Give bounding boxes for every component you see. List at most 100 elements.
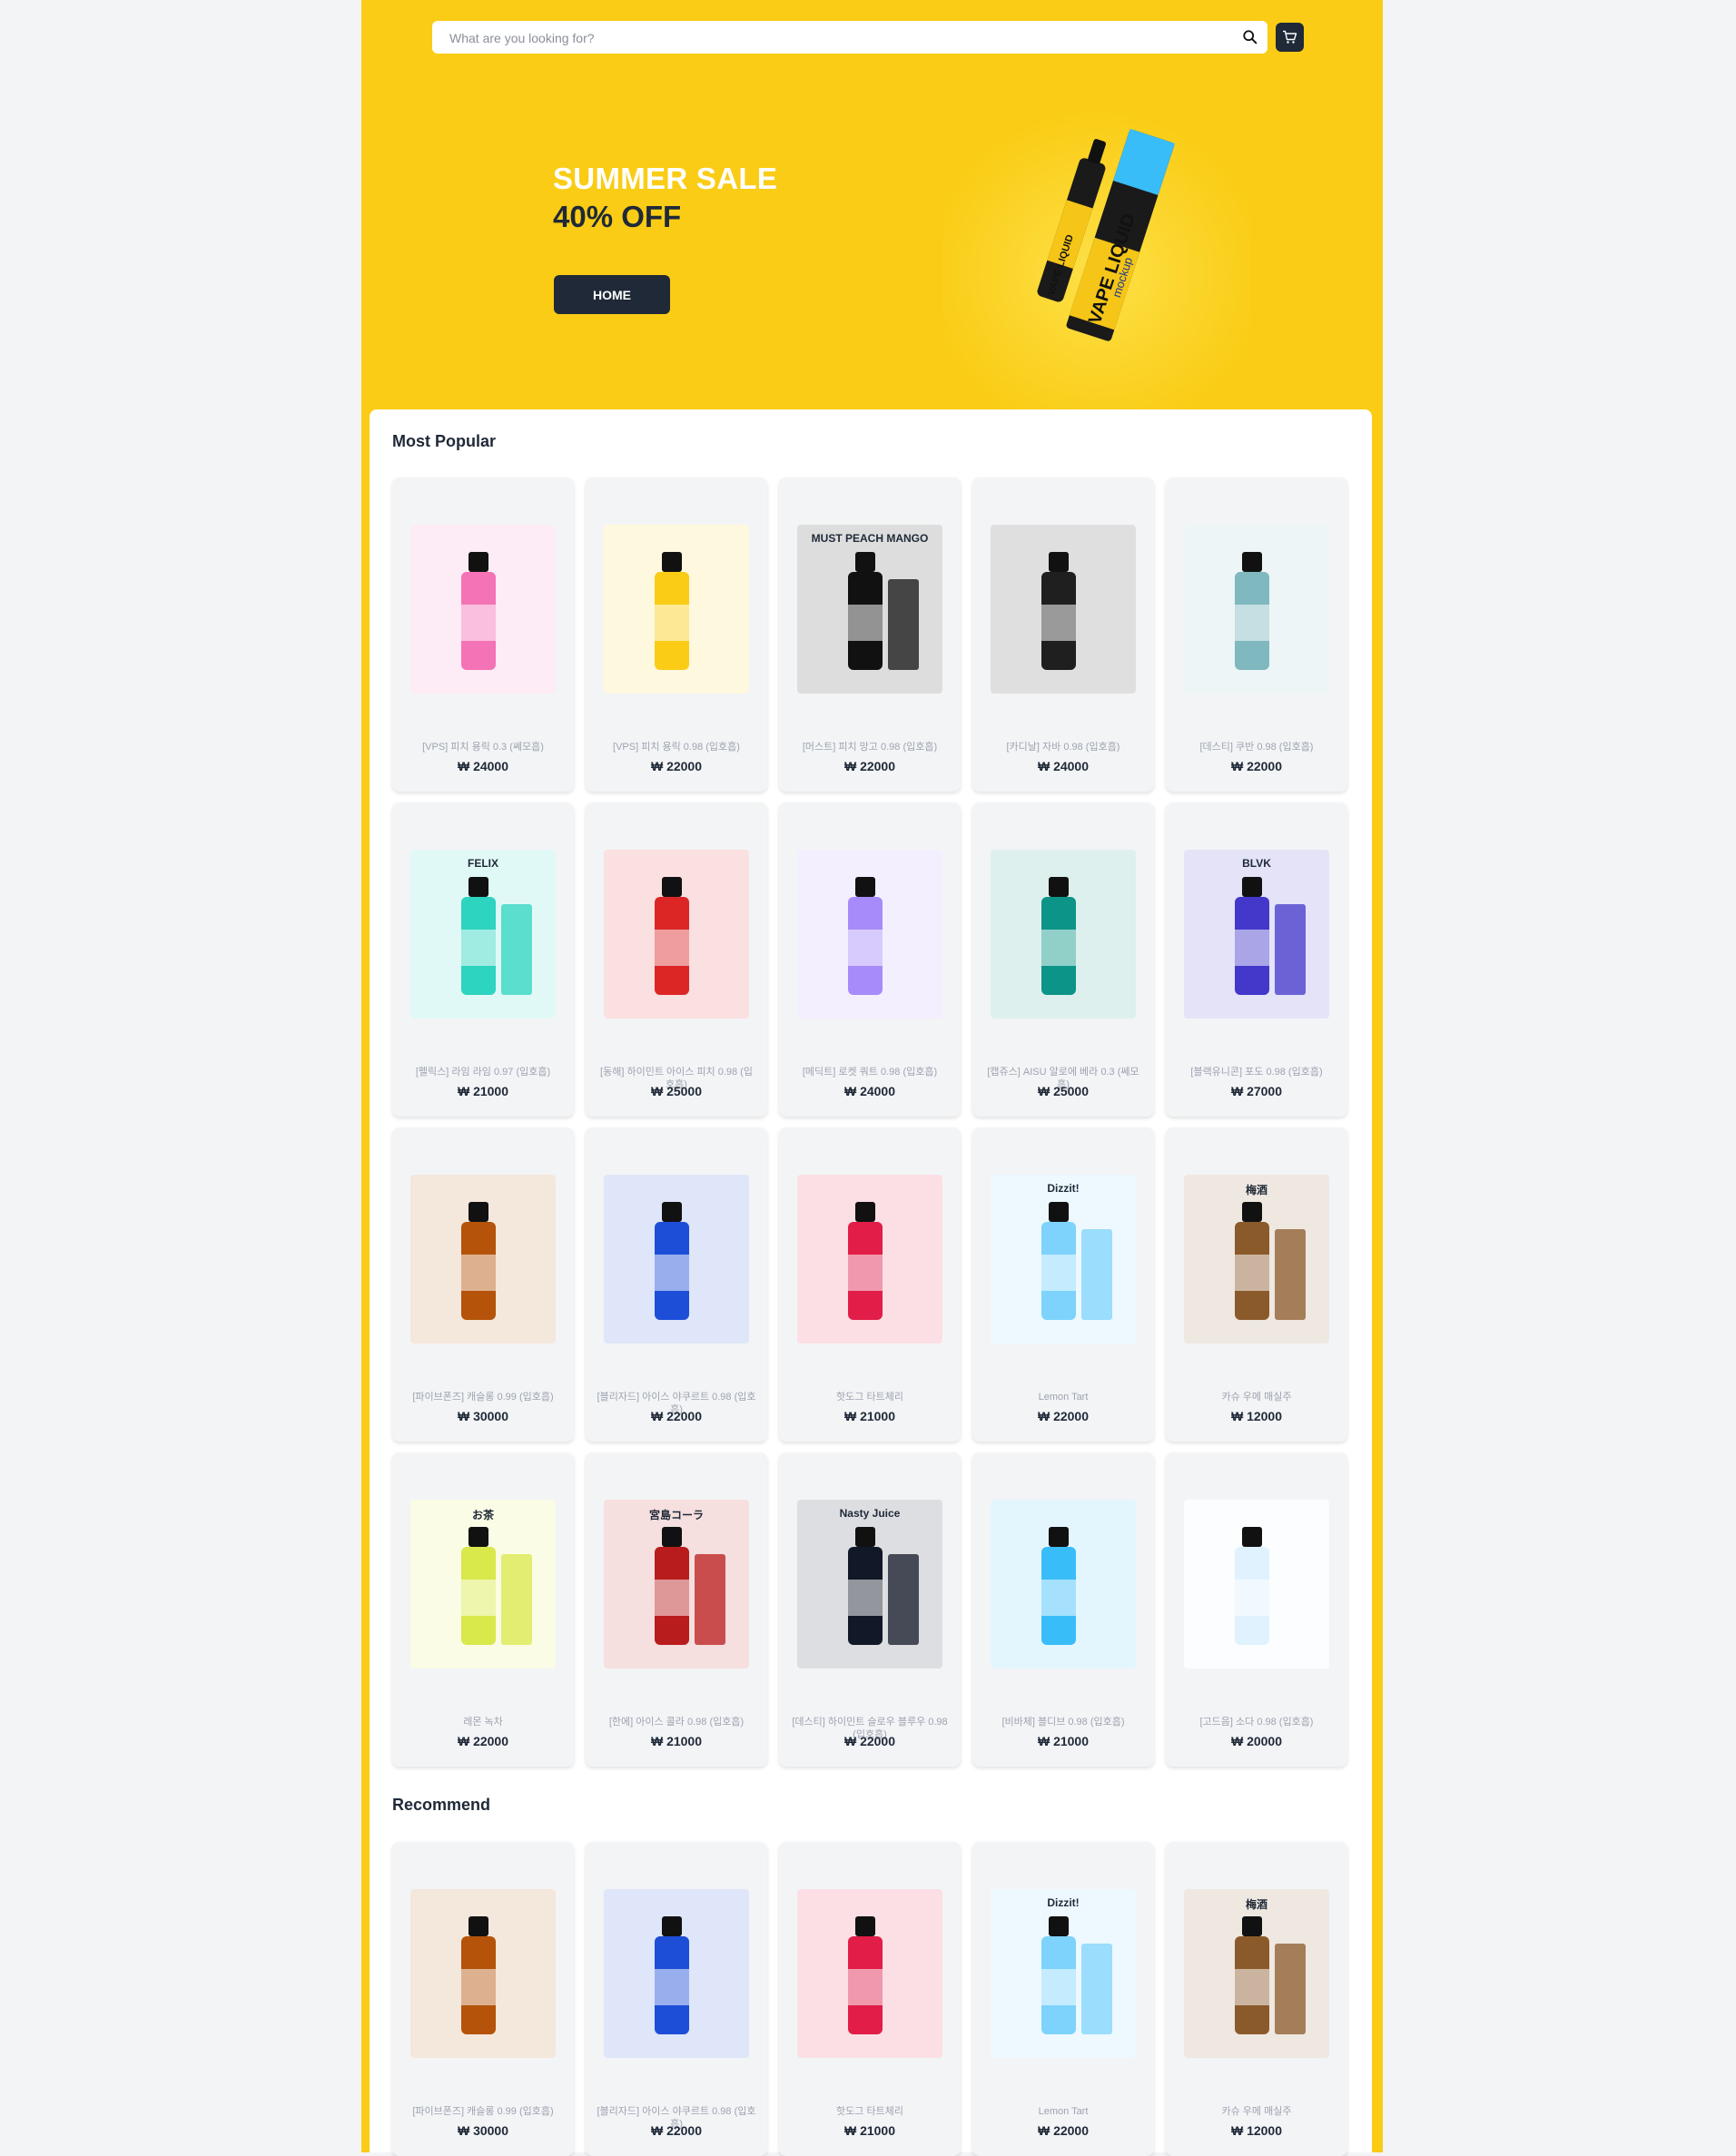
product-price: ₩ 27000 [1230, 1084, 1283, 1098]
product-thumbnail[interactable]: Dizzit! [991, 1175, 1136, 1344]
product-thumbnail[interactable] [604, 850, 749, 1019]
product-card[interactable]: 핫도그 타트체리 ₩ 21000 [779, 1842, 961, 2156]
product-thumbnail[interactable]: FELIX [410, 850, 556, 1019]
hero-title: SUMMER SALE [553, 162, 778, 195]
product-image-label: BLVK [1242, 857, 1271, 870]
product-thumbnail[interactable] [410, 1889, 556, 2058]
product-price: ₩ 21000 [843, 2123, 896, 2138]
product-card[interactable]: [VPS] 피치 용릭 0.98 (입호흡) ₩ 22000 [586, 477, 767, 792]
product-price: ₩ 20000 [1230, 1734, 1283, 1748]
product-card[interactable]: [동해] 하이민트 아이스 피치 0.98 (입호흡) ₩ 25000 [586, 802, 767, 1117]
product-card[interactable]: BLVK [블랙유니콘] 포도 0.98 (입호흡) ₩ 27000 [1166, 802, 1347, 1117]
product-image [410, 850, 556, 1019]
product-image [991, 1175, 1136, 1344]
cart-button[interactable] [1276, 23, 1304, 52]
section-title-most-popular: Most Popular [392, 432, 497, 450]
product-thumbnail[interactable] [797, 1175, 942, 1344]
product-image [604, 1500, 749, 1669]
product-image-label: Dizzit! [1047, 1896, 1080, 1909]
product-price: ₩ 22000 [650, 1409, 703, 1423]
product-thumbnail[interactable] [604, 1889, 749, 2058]
product-card[interactable]: お茶 레몬 녹차 ₩ 22000 [392, 1452, 574, 1767]
product-price: ₩ 22000 [650, 759, 703, 773]
product-image-label: MUST PEACH MANGO [811, 532, 929, 545]
search-input[interactable] [448, 21, 1232, 55]
product-name: Lemon Tart [1038, 1392, 1089, 1403]
product-panel: Most Popular [VPS] 피치 용릭 0.3 (쎄모흡) ₩ 2400… [370, 409, 1372, 2156]
product-thumbnail[interactable] [604, 1175, 749, 1344]
product-card[interactable]: FELIX [펠릭스] 라임 라임 0.97 (입호흡) ₩ 21000 [392, 802, 574, 1117]
product-name: [VPS] 피치 용릭 0.98 (입호흡) [613, 742, 740, 753]
product-card[interactable]: Dizzit! Lemon Tart ₩ 22000 [972, 1842, 1154, 2156]
product-thumbnail[interactable] [604, 525, 749, 694]
product-card[interactable]: 핫도그 타트체리 ₩ 21000 [779, 1127, 961, 1442]
hero-discount: 40% OFF [553, 200, 682, 233]
product-card[interactable]: 宮島コーラ [한에] 아이스 콜라 0.98 (입호흡) ₩ 21000 [586, 1452, 767, 1767]
product-image [1184, 1889, 1329, 2058]
product-card[interactable]: [비바체] 블디브 0.98 (입호흡) ₩ 21000 [972, 1452, 1154, 1767]
product-image-label: 梅酒 [1245, 1898, 1267, 1911]
product-card[interactable]: MUST PEACH MANGO [머스트] 피치 망고 0.98 (입호흡) ₩ … [779, 477, 961, 792]
home-button[interactable]: HOME [554, 275, 670, 314]
product-image [1184, 1500, 1329, 1669]
product-card[interactable]: Dizzit! Lemon Tart ₩ 22000 [972, 1127, 1154, 1442]
product-image [991, 1500, 1136, 1669]
product-thumbnail[interactable]: Dizzit! [991, 1889, 1136, 2058]
product-thumbnail[interactable]: MUST PEACH MANGO [797, 525, 942, 694]
product-image [604, 850, 749, 1019]
product-card[interactable]: [캡쥬스] AISU 알로에 베라 0.3 (쎄모흡) ₩ 25000 [972, 802, 1154, 1117]
product-price: ₩ 12000 [1230, 1409, 1283, 1423]
search-bar[interactable] [432, 21, 1267, 55]
product-name: [한에] 아이스 콜라 0.98 (입호흡) [608, 1717, 745, 1728]
product-thumbnail[interactable] [1184, 525, 1329, 694]
product-thumbnail[interactable] [410, 1175, 556, 1344]
product-image [410, 1500, 556, 1669]
product-image [797, 850, 942, 1019]
product-thumbnail[interactable]: 梅酒 [1184, 1175, 1329, 1344]
product-price: ₩ 22000 [843, 1734, 896, 1748]
product-thumbnail[interactable] [410, 525, 556, 694]
product-thumbnail[interactable]: 梅酒 [1184, 1889, 1329, 2058]
product-price: ₩ 30000 [457, 1409, 509, 1423]
product-card[interactable]: 梅酒 카슈 우메 매실주 ₩ 12000 [1166, 1127, 1347, 1442]
product-card[interactable]: [블리자드] 아이스 야쿠르트 0.98 (입호흡) ₩ 22000 [586, 1842, 767, 2156]
product-thumbnail[interactable]: Nasty Juice [797, 1500, 942, 1669]
product-name: [파이브폰즈] 캐슬롱 0.99 (입호흡) [412, 2106, 554, 2117]
product-thumbnail[interactable] [991, 1500, 1136, 1669]
product-image-label: Dizzit! [1047, 1182, 1080, 1195]
product-price: ₩ 24000 [457, 759, 509, 773]
product-thumbnail[interactable]: お茶 [410, 1500, 556, 1669]
product-thumbnail[interactable]: 宮島コーラ [604, 1500, 749, 1669]
product-name: [블랙유니콘] 포도 0.98 (입호흡) [1190, 1067, 1323, 1078]
product-card[interactable]: [카디날] 자바 0.98 (입호흡) ₩ 24000 [972, 477, 1154, 792]
product-price: ₩ 22000 [1037, 2123, 1090, 2138]
product-thumbnail[interactable] [1184, 1500, 1329, 1669]
product-card[interactable]: 梅酒 카슈 우메 매실주 ₩ 12000 [1166, 1842, 1347, 2156]
product-card[interactable]: [VPS] 피치 용릭 0.3 (쎄모흡) ₩ 24000 [392, 477, 574, 792]
product-thumbnail[interactable] [991, 525, 1136, 694]
product-image [797, 1889, 942, 2058]
product-card[interactable]: [데스티] 쿠반 0.98 (입호흡) ₩ 22000 [1166, 477, 1347, 792]
product-thumbnail[interactable] [797, 1889, 942, 2058]
product-image [1184, 1175, 1329, 1344]
search-icon[interactable] [1242, 29, 1258, 45]
product-image [604, 525, 749, 694]
product-image [410, 525, 556, 694]
page-shell: SUMMER SALE 40% OFF HOME VAPE LIQUID VAP… [361, 0, 1383, 2156]
product-card[interactable]: [파이브폰즈] 캐슬롱 0.99 (입호흡) ₩ 30000 [392, 1127, 574, 1442]
product-price: ₩ 21000 [650, 1734, 703, 1748]
product-card[interactable]: [블리자드] 아이스 야쿠르트 0.98 (입호흡) ₩ 22000 [586, 1127, 767, 1442]
product-name: [카디날] 자바 0.98 (입호흡) [1006, 742, 1120, 753]
product-name: [펠릭스] 라임 라임 0.97 (입호흡) [415, 1067, 551, 1078]
product-card[interactable]: [고드음] 소다 0.98 (입호흡) ₩ 20000 [1166, 1452, 1347, 1767]
product-image-label: FELIX [467, 857, 498, 870]
product-image [604, 1889, 749, 2058]
product-card[interactable]: [메딕트] 로켓 쿼트 0.98 (입호흡) ₩ 24000 [779, 802, 961, 1117]
product-thumbnail[interactable] [991, 850, 1136, 1019]
product-image-label: お茶 [471, 1509, 494, 1521]
product-card[interactable]: [파이브폰즈] 캐슬롱 0.99 (입호흡) ₩ 30000 [392, 1842, 574, 2156]
product-thumbnail[interactable] [797, 850, 942, 1019]
product-card[interactable]: Nasty Juice [데스티] 하이민트 슬로우 블루우 0.98 (입호흡)… [779, 1452, 961, 1767]
product-thumbnail[interactable]: BLVK [1184, 850, 1329, 1019]
product-image [604, 1175, 749, 1344]
